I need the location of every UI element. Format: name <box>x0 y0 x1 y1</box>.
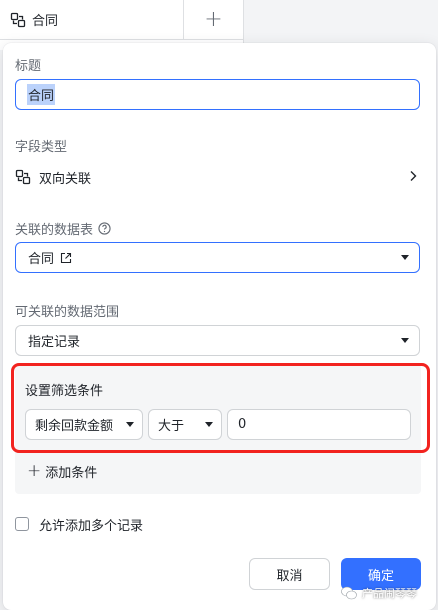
help-icon[interactable] <box>98 222 111 235</box>
caret-down-icon <box>401 338 409 343</box>
title-input-value: 合同 <box>27 84 56 105</box>
range-select[interactable]: 指定记录 <box>15 325 420 356</box>
allow-multiple-checkbox[interactable] <box>15 517 29 531</box>
chevron-right-icon <box>410 171 417 181</box>
add-column-button[interactable]: + <box>184 0 243 40</box>
bidirectional-link-icon <box>15 169 31 185</box>
linked-table-label-row: 关联的数据表 <box>15 219 111 238</box>
watermark: 产品闹琴琴 <box>340 583 417 603</box>
filter-field-select[interactable]: 剩余回款金额 <box>25 409 143 440</box>
title-label: 标题 <box>15 59 42 74</box>
link-field-icon <box>10 12 26 27</box>
title-input[interactable]: 合同 <box>15 79 420 110</box>
add-condition-label: 添加条件 <box>45 465 98 481</box>
add-condition-button[interactable]: + 添加条件 <box>27 461 97 481</box>
open-external-icon[interactable] <box>60 252 72 264</box>
plus-icon: + <box>27 461 42 481</box>
range-value: 指定记录 <box>28 335 81 350</box>
filter-value: 0 <box>238 417 247 432</box>
filter-field-value: 剩余回款金额 <box>35 419 114 434</box>
field-type-label: 字段类型 <box>15 140 68 155</box>
linked-table-label: 关联的数据表 <box>15 223 94 238</box>
filter-value-input[interactable]: 0 <box>227 409 411 440</box>
range-label: 可关联的数据范围 <box>15 305 120 320</box>
column-header-contract[interactable]: 合同 <box>0 0 184 40</box>
caret-down-icon <box>205 422 213 427</box>
filter-title: 设置筛选条件 <box>25 384 104 399</box>
filter-operator-select[interactable]: 大于 <box>148 409 222 440</box>
wechat-logo-icon <box>341 586 357 600</box>
table-header: 合同 + <box>0 0 244 40</box>
linked-table-value: 合同 <box>28 252 55 267</box>
allow-multiple-row[interactable]: 允许添加多个记录 <box>15 515 144 534</box>
allow-multiple-label: 允许添加多个记录 <box>39 518 144 534</box>
cancel-button[interactable]: 取消 <box>249 558 330 590</box>
caret-down-icon <box>401 255 409 260</box>
linked-table-select[interactable]: 合同 <box>15 242 420 273</box>
caret-down-icon <box>126 422 134 427</box>
watermark-text: 产品闹琴琴 <box>362 587 417 600</box>
field-settings-panel: 标题 合同 字段类型 双向关联 关联的数据表 合同 可关联的数据范围 指定记录 <box>3 43 436 610</box>
field-type-selector[interactable]: 双向关联 <box>15 165 420 189</box>
field-type-value: 双向关联 <box>39 171 92 187</box>
filter-operator-value: 大于 <box>158 419 185 434</box>
column-title: 合同 <box>32 14 59 29</box>
